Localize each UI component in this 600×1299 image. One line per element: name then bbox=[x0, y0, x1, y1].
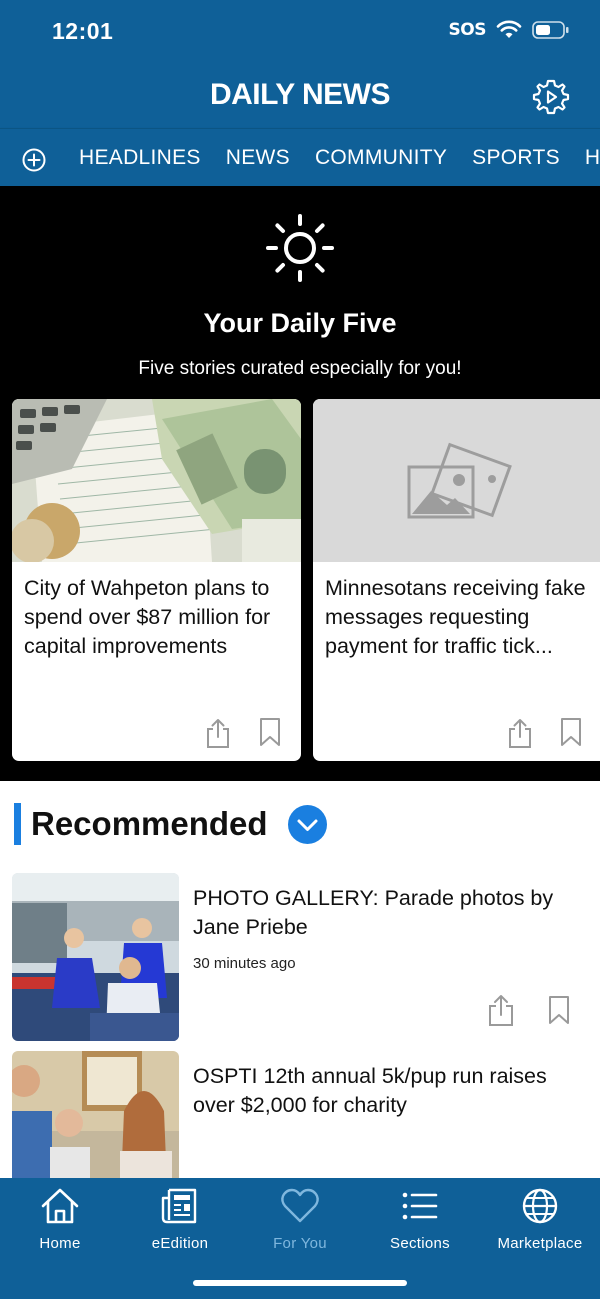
app-title: DAILY NEWS bbox=[209, 78, 391, 111]
status-indicators: SOS bbox=[449, 20, 570, 40]
bookmark-icon[interactable] bbox=[547, 995, 571, 1025]
home-indicator[interactable] bbox=[193, 1280, 407, 1286]
tab-sports[interactable]: SPORTS bbox=[472, 146, 560, 170]
daily-five-title: Your Daily Five bbox=[203, 308, 397, 338]
card-headline[interactable]: City of Wahpeton plans to spend over $87… bbox=[24, 574, 291, 661]
nav-for-you-label: For You bbox=[273, 1235, 327, 1252]
nav-marketplace[interactable]: Marketplace bbox=[480, 1186, 600, 1256]
nav-sections[interactable]: Sections bbox=[360, 1186, 480, 1256]
tab-news[interactable]: NEWS bbox=[226, 146, 290, 170]
money-calculator-photo bbox=[12, 399, 301, 562]
daily-five-card[interactable]: Minnesotans receiving fake messages requ… bbox=[313, 399, 600, 761]
recommended-title: Recommended bbox=[31, 805, 268, 842]
nav-for-you[interactable]: For You bbox=[240, 1186, 360, 1256]
nav-home-label: Home bbox=[39, 1235, 81, 1252]
chevron-down-icon[interactable] bbox=[288, 805, 327, 844]
image-placeholder-icon bbox=[313, 399, 600, 562]
sun-icon bbox=[266, 214, 334, 282]
wifi-icon bbox=[496, 20, 522, 38]
card-headline[interactable]: Minnesotans receiving fake messages requ… bbox=[325, 574, 600, 661]
tab-partial[interactable]: HUM bbox=[585, 146, 600, 170]
tab-headlines[interactable]: HEADLINES bbox=[79, 146, 201, 170]
home-icon bbox=[41, 1188, 79, 1224]
daily-five-subtitle: Five stories curated especially for you! bbox=[138, 358, 462, 379]
daily-five-section: Your Daily Five Five stories curated esp… bbox=[0, 186, 600, 781]
nav-eedition-label: eEdition bbox=[151, 1235, 209, 1252]
story-headline[interactable]: OSPTI 12th annual 5k/pup run raises over… bbox=[193, 1062, 582, 1120]
bookmark-icon[interactable] bbox=[559, 717, 583, 747]
story-timestamp: 30 minutes ago bbox=[193, 955, 296, 972]
story-headline[interactable]: PHOTO GALLERY: Parade photos by Jane Pri… bbox=[193, 884, 582, 942]
recommended-header: Recommended bbox=[0, 781, 600, 861]
nav-home[interactable]: Home bbox=[0, 1186, 120, 1256]
heart-icon bbox=[281, 1188, 319, 1223]
story-list-item[interactable]: PHOTO GALLERY: Parade photos by Jane Pri… bbox=[0, 873, 600, 1043]
tab-community[interactable]: COMMUNITY bbox=[315, 146, 447, 170]
newspaper-icon bbox=[161, 1188, 197, 1224]
sos-indicator: SOS bbox=[448, 20, 487, 40]
section-accent-bar bbox=[14, 803, 21, 845]
tab-list: HEADLINES NEWS COMMUNITY SPORTS HUM bbox=[79, 146, 600, 170]
bottom-navigation: Home eEdition For You Sections Marketpla… bbox=[0, 1178, 600, 1299]
nav-sections-label: Sections bbox=[390, 1235, 450, 1252]
share-icon[interactable] bbox=[205, 717, 231, 749]
share-icon[interactable] bbox=[507, 717, 533, 749]
section-tab-strip: HEADLINES NEWS COMMUNITY SPORTS HUM bbox=[0, 128, 600, 186]
parade-photo bbox=[12, 873, 179, 1041]
globe-icon bbox=[522, 1188, 558, 1224]
list-icon bbox=[402, 1192, 438, 1220]
nav-eedition[interactable]: eEdition bbox=[120, 1186, 240, 1256]
gear-icon[interactable] bbox=[532, 78, 570, 116]
daily-five-card[interactable]: City of Wahpeton plans to spend over $87… bbox=[12, 399, 301, 761]
app-header: DAILY NEWS bbox=[0, 64, 600, 128]
share-icon[interactable] bbox=[487, 993, 515, 1027]
battery-icon bbox=[532, 21, 569, 39]
status-time: 12:01 bbox=[52, 18, 114, 44]
bookmark-icon[interactable] bbox=[258, 717, 282, 747]
plus-circle-icon[interactable] bbox=[22, 148, 46, 172]
status-bar: 12:01 SOS bbox=[0, 0, 600, 64]
nav-marketplace-label: Marketplace bbox=[497, 1235, 583, 1252]
